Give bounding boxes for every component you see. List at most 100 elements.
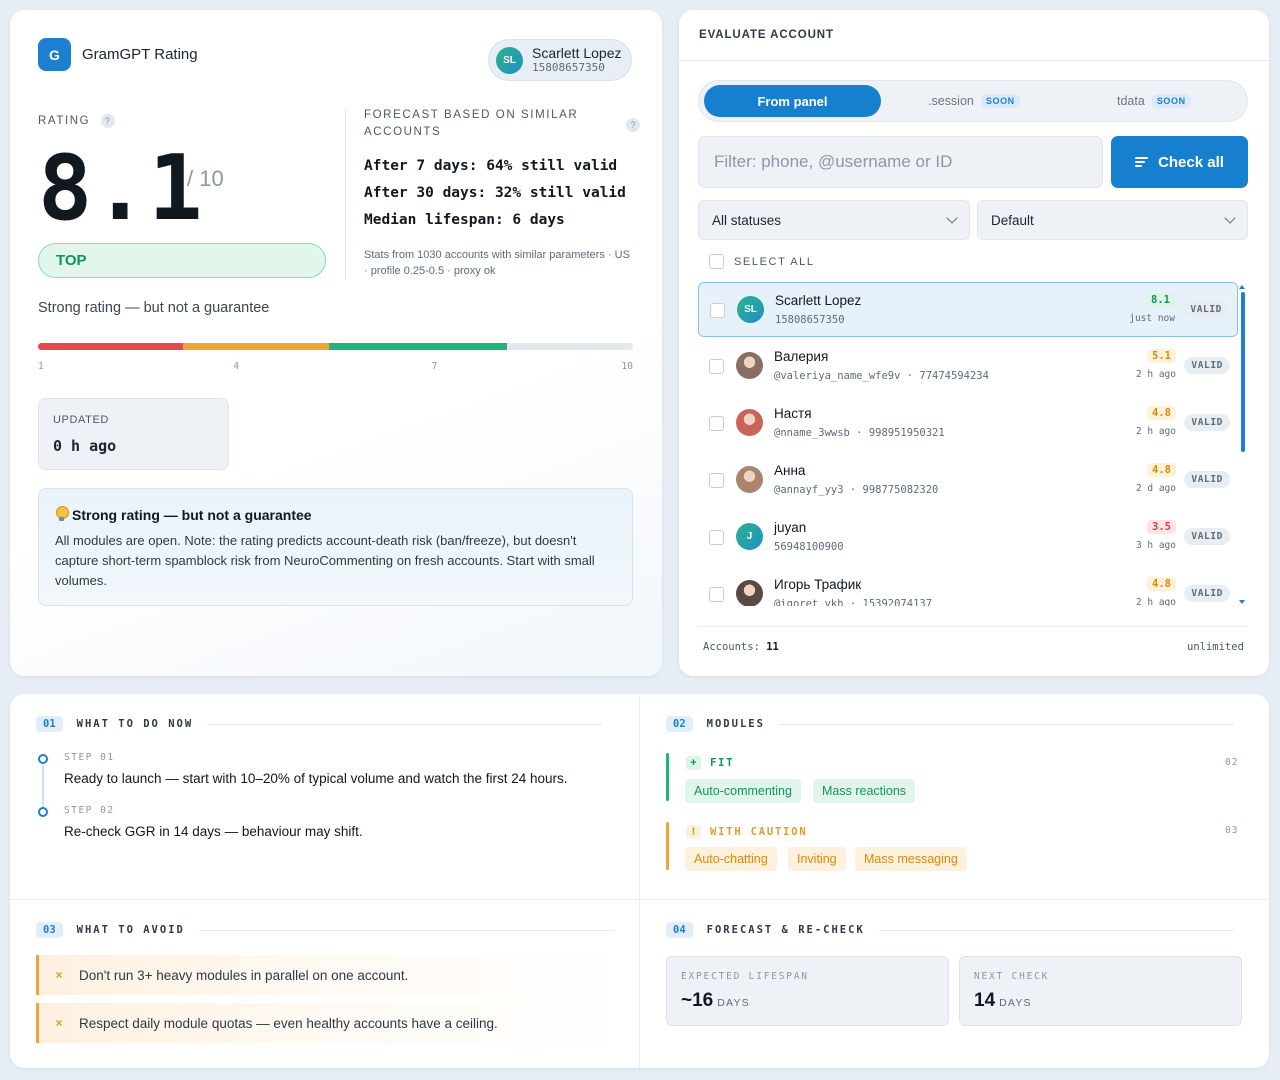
cross-icon: ×	[55, 1016, 63, 1030]
rating-tier-badge: TOP	[38, 243, 326, 278]
tab-from-panel[interactable]: From panel	[704, 85, 881, 117]
step-text: Ready to launch — start with 10–20% of t…	[64, 771, 568, 786]
cross-icon: ×	[55, 968, 63, 982]
forecast-lines: After 7 days: 64% still valid After 30 d…	[364, 153, 626, 234]
status-badge: VALID	[1184, 414, 1230, 431]
account-row[interactable]: Настя @nname_3wwsb · 998951950321 4.8 2 h a…	[698, 396, 1238, 451]
rating-scale-bar	[38, 343, 633, 350]
avoid-item: × Respect daily module quotas — even hea…	[36, 1003, 631, 1043]
expected-lifespan-label: EXPECTED LIFESPAN	[681, 971, 809, 982]
forecast-label: FORECAST BASED ON SIMILAR ACCOUNTS	[364, 109, 579, 138]
avatar	[736, 352, 763, 379]
scroll-down-icon[interactable]	[1239, 600, 1245, 604]
account-score: 8.1	[1146, 293, 1175, 307]
account-checkbox[interactable]	[709, 416, 724, 431]
tab-tdata[interactable]: tdata SOON	[1117, 85, 1191, 117]
caution-accent-bar	[666, 822, 669, 870]
section-header-avoid: 03 WHAT TO AVOID	[36, 922, 614, 938]
select-all-checkbox[interactable]	[709, 254, 724, 269]
section-title: WHAT TO DO NOW	[76, 718, 194, 730]
help-icon[interactable]: ?	[101, 114, 115, 128]
status-select[interactable]: All statuses	[698, 200, 970, 240]
account-checkbox[interactable]	[710, 303, 725, 318]
expected-lifespan-value-row: ~16 DAYS	[681, 990, 750, 1012]
account-checked-time: 3 h ago	[1135, 540, 1176, 551]
step-label: STEP 01	[64, 752, 115, 763]
check-all-label: Check all	[1158, 153, 1224, 171]
account-score: 3.5	[1147, 520, 1176, 534]
account-checkbox[interactable]	[709, 359, 724, 374]
sort-select-value: Default	[991, 212, 1034, 228]
account-details: 56948100900	[774, 541, 844, 553]
avatar: SL	[737, 296, 764, 323]
chevron-down-icon	[946, 212, 958, 224]
select-all-label: SELECT ALL	[734, 255, 815, 268]
rating-score-max: / 10	[187, 166, 224, 191]
section-title: WHAT TO AVOID	[76, 924, 185, 936]
account-row[interactable]: SL Scarlett Lopez 15808657350 8.1 just now VA…	[698, 282, 1238, 337]
scale-tick-label: 10	[621, 361, 633, 372]
source-tabs: From panel .session SOON tdata SOON	[698, 80, 1248, 122]
divider	[198, 929, 614, 931]
account-details: @nname_3wwsb · 998951950321	[774, 427, 945, 439]
brand: G GramGPT Rating	[38, 38, 198, 71]
divider	[778, 723, 1234, 725]
accounts-count: Accounts: 11	[703, 641, 779, 653]
sort-select[interactable]: Default	[977, 200, 1248, 240]
section-number: 03	[36, 922, 63, 938]
soon-badge: SOON	[1151, 94, 1191, 108]
account-list: SL Scarlett Lopez 15808657350 8.1 just now VA…	[698, 281, 1240, 606]
tab-label: .session	[928, 94, 974, 108]
next-check-box: NEXT CHECK 14 DAYS	[959, 956, 1242, 1026]
scale-tick-label: 7	[431, 361, 438, 372]
avatar	[736, 466, 763, 493]
account-row[interactable]: Jjuyan 56948100900 3.5 3 h ago VALID	[698, 510, 1238, 565]
check-all-button[interactable]: Check all	[1111, 136, 1248, 188]
divider	[878, 929, 1234, 931]
rating-tagline: Strong rating — but not a guarantee	[38, 300, 270, 316]
scrollbar-thumb[interactable]	[1241, 292, 1245, 452]
divider	[10, 899, 1269, 900]
module-chip: Mass messaging	[855, 847, 967, 871]
account-name: Валерия	[774, 349, 829, 364]
select-all-row[interactable]: SELECT ALL	[709, 254, 815, 269]
account-checkbox[interactable]	[709, 530, 724, 545]
forecast-help-icon[interactable]: ?	[626, 118, 640, 132]
section-title: MODULES	[706, 718, 765, 730]
account-filter-input[interactable]: Filter: phone, @username or ID	[698, 136, 1103, 188]
account-name: Анна	[774, 463, 806, 478]
avoid-text: Don't run 3+ heavy modules in parallel o…	[79, 967, 409, 983]
next-check-label: NEXT CHECK	[974, 971, 1050, 982]
account-checkbox[interactable]	[709, 587, 724, 602]
account-checked-time: just now	[1129, 313, 1175, 324]
fit-count: 02	[1225, 757, 1239, 768]
current-user-pill[interactable]: SL Scarlett Lopez 15808657350	[488, 39, 632, 81]
fit-accent-bar	[666, 753, 669, 801]
account-details: 15808657350	[775, 314, 845, 326]
caution-count: 03	[1225, 825, 1239, 836]
step-dot	[38, 807, 48, 817]
status-badge: VALID	[1184, 528, 1230, 545]
forecast-line: After 30 days: 32% still valid	[364, 185, 626, 201]
divider	[345, 108, 346, 280]
rating-scale-ticks: 1 4 7 10	[38, 361, 633, 373]
note-body: All modules are open. Note: the rating p…	[55, 533, 595, 588]
divider	[698, 626, 1248, 627]
evaluate-title: EVALUATE ACCOUNT	[699, 29, 834, 41]
avatar: SL	[496, 46, 523, 74]
account-row[interactable]: Валерия @valeriya_name_wfe9v · 7747459423…	[698, 339, 1238, 394]
expected-lifespan-value: ~16	[681, 990, 714, 1011]
brand-name: GramGPT Rating	[82, 46, 198, 63]
account-row[interactable]: Анна @annayf_yy3 · 998775082320 4.8 2 d ago…	[698, 453, 1238, 508]
scale-segment	[328, 343, 508, 350]
account-details: @valeriya_name_wfe9v · 77474594234	[774, 370, 989, 382]
list-check-icon	[1135, 157, 1149, 167]
section-header-modules: 02 MODULES	[666, 716, 1234, 732]
next-check-value-row: 14 DAYS	[974, 990, 1032, 1012]
rating-label-row: RATING ?	[38, 114, 115, 128]
account-row[interactable]: Игорь Трафик @igoret_vkh · 15392074137 4.8…	[698, 567, 1238, 606]
module-chip: Inviting	[788, 847, 846, 871]
tab-session[interactable]: .session SOON	[928, 85, 1020, 117]
scroll-up-icon[interactable]	[1239, 285, 1245, 289]
account-checkbox[interactable]	[709, 473, 724, 488]
